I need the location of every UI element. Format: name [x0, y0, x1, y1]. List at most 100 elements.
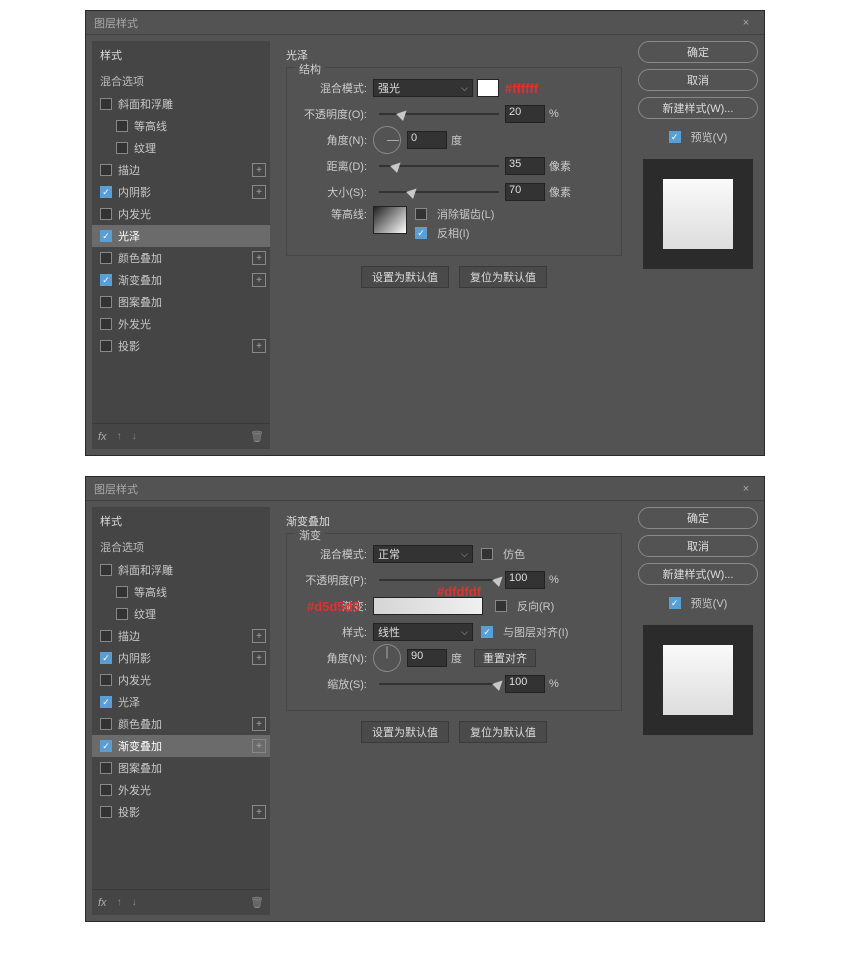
style-checkbox[interactable] — [100, 318, 112, 330]
style-row-渐变叠加[interactable]: 渐变叠加+ — [92, 269, 270, 291]
sidebar-header[interactable]: 样式 — [92, 507, 270, 535]
down-arrow-icon[interactable]: ↓ — [132, 897, 137, 908]
style-checkbox[interactable] — [100, 762, 112, 774]
plus-icon[interactable]: + — [252, 805, 266, 819]
new-style-button[interactable]: 新建样式(W)... — [638, 97, 758, 119]
style-checkbox[interactable] — [116, 586, 128, 598]
cancel-button[interactable]: 取消 — [638, 69, 758, 91]
style-row-外发光[interactable]: 外发光 — [92, 313, 270, 335]
blending-options[interactable]: 混合选项 — [92, 535, 270, 559]
sidebar-header[interactable]: 样式 — [92, 41, 270, 69]
opacity-slider[interactable] — [379, 113, 499, 115]
color-swatch[interactable] — [477, 79, 499, 97]
scale-slider[interactable] — [379, 683, 499, 685]
reverse-checkbox[interactable] — [495, 600, 507, 612]
style-row-内阴影[interactable]: 内阴影+ — [92, 647, 270, 669]
set-default-button[interactable]: 设置为默认值 — [361, 721, 449, 743]
angle-dial[interactable] — [373, 126, 401, 154]
reset-align-button[interactable]: 重置对齐 — [474, 649, 536, 667]
style-checkbox[interactable] — [100, 274, 112, 286]
up-arrow-icon[interactable]: ↑ — [117, 897, 122, 908]
reset-default-button[interactable]: 复位为默认值 — [459, 721, 547, 743]
style-checkbox[interactable] — [100, 186, 112, 198]
style-row-内发光[interactable]: 内发光 — [92, 203, 270, 225]
style-checkbox[interactable] — [100, 674, 112, 686]
style-row-渐变叠加[interactable]: 渐变叠加+ — [92, 735, 270, 757]
anti-alias-checkbox[interactable] — [415, 208, 427, 220]
style-row-投影[interactable]: 投影+ — [92, 801, 270, 823]
style-checkbox[interactable] — [116, 608, 128, 620]
trash-icon[interactable]: 🗑 — [250, 896, 264, 909]
cancel-button[interactable]: 取消 — [638, 535, 758, 557]
opacity-input[interactable]: 20 — [505, 105, 545, 123]
style-checkbox[interactable] — [100, 252, 112, 264]
plus-icon[interactable]: + — [252, 651, 266, 665]
style-checkbox[interactable] — [100, 696, 112, 708]
plus-icon[interactable]: + — [252, 273, 266, 287]
close-icon[interactable]: × — [736, 17, 756, 29]
style-checkbox[interactable] — [100, 340, 112, 352]
style-row-图案叠加[interactable]: 图案叠加 — [92, 757, 270, 779]
gradient-picker[interactable] — [373, 597, 483, 615]
size-input[interactable]: 70 — [505, 183, 545, 201]
plus-icon[interactable]: + — [252, 629, 266, 643]
style-select[interactable]: 线性 — [373, 623, 473, 641]
angle-input[interactable]: 90 — [407, 649, 447, 667]
distance-input[interactable]: 35 — [505, 157, 545, 175]
contour-picker[interactable] — [373, 206, 407, 234]
close-icon[interactable]: × — [736, 483, 756, 495]
blend-mode-select[interactable]: 强光 — [373, 79, 473, 97]
plus-icon[interactable]: + — [252, 185, 266, 199]
down-arrow-icon[interactable]: ↓ — [132, 431, 137, 442]
style-checkbox[interactable] — [100, 718, 112, 730]
style-row-描边[interactable]: 描边+ — [92, 625, 270, 647]
new-style-button[interactable]: 新建样式(W)... — [638, 563, 758, 585]
style-row-颜色叠加[interactable]: 颜色叠加+ — [92, 247, 270, 269]
style-row-颜色叠加[interactable]: 颜色叠加+ — [92, 713, 270, 735]
style-checkbox[interactable] — [100, 98, 112, 110]
style-row-斜面和浮雕[interactable]: 斜面和浮雕 — [92, 93, 270, 115]
style-checkbox[interactable] — [100, 208, 112, 220]
style-checkbox[interactable] — [100, 784, 112, 796]
style-row-投影[interactable]: 投影+ — [92, 335, 270, 357]
plus-icon[interactable]: + — [252, 251, 266, 265]
size-slider[interactable] — [379, 191, 499, 193]
style-row-内发光[interactable]: 内发光 — [92, 669, 270, 691]
plus-icon[interactable]: + — [252, 739, 266, 753]
set-default-button[interactable]: 设置为默认值 — [361, 266, 449, 288]
align-checkbox[interactable] — [481, 626, 493, 638]
style-row-等高线[interactable]: 等高线 — [92, 115, 270, 137]
titlebar[interactable]: 图层样式 × — [86, 477, 764, 501]
opacity-input[interactable]: 100 — [505, 571, 545, 589]
style-checkbox[interactable] — [100, 296, 112, 308]
angle-dial[interactable] — [373, 644, 401, 672]
style-row-斜面和浮雕[interactable]: 斜面和浮雕 — [92, 559, 270, 581]
style-row-等高线[interactable]: 等高线 — [92, 581, 270, 603]
scale-input[interactable]: 100 — [505, 675, 545, 693]
style-checkbox[interactable] — [100, 652, 112, 664]
up-arrow-icon[interactable]: ↑ — [117, 431, 122, 442]
ok-button[interactable]: 确定 — [638, 507, 758, 529]
opacity-slider[interactable] — [379, 579, 499, 581]
fx-icon[interactable]: fx — [98, 897, 107, 909]
trash-icon[interactable]: 🗑 — [250, 430, 264, 443]
style-row-纹理[interactable]: 纹理 — [92, 603, 270, 625]
style-checkbox[interactable] — [100, 164, 112, 176]
invert-checkbox[interactable] — [415, 227, 427, 239]
titlebar[interactable]: 图层样式 × — [86, 11, 764, 35]
distance-slider[interactable] — [379, 165, 499, 167]
preview-checkbox[interactable] — [669, 597, 681, 609]
plus-icon[interactable]: + — [252, 339, 266, 353]
preview-checkbox[interactable] — [669, 131, 681, 143]
blending-options[interactable]: 混合选项 — [92, 69, 270, 93]
style-row-光泽[interactable]: 光泽 — [92, 225, 270, 247]
style-checkbox[interactable] — [100, 740, 112, 752]
fx-icon[interactable]: fx — [98, 431, 107, 443]
style-row-图案叠加[interactable]: 图案叠加 — [92, 291, 270, 313]
style-checkbox[interactable] — [116, 120, 128, 132]
plus-icon[interactable]: + — [252, 163, 266, 177]
dither-checkbox[interactable] — [481, 548, 493, 560]
style-checkbox[interactable] — [100, 630, 112, 642]
ok-button[interactable]: 确定 — [638, 41, 758, 63]
style-checkbox[interactable] — [100, 230, 112, 242]
